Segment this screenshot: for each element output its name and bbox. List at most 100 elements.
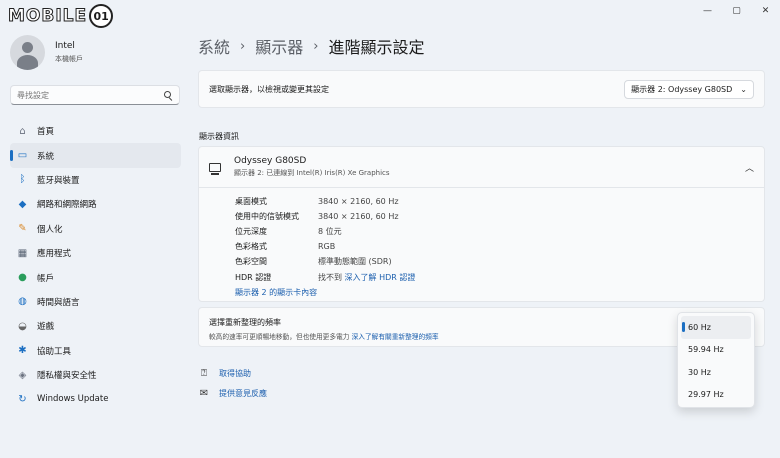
info-value: 8 位元 [318, 227, 342, 237]
display-select-dropdown[interactable]: 顯示器 2: Odyssey G80SD ⌄ [624, 79, 754, 99]
info-key: 色彩空間 [235, 257, 267, 267]
window-controls: — ▢ ✕ [693, 4, 780, 18]
hdr-value: 找不到 [318, 272, 342, 282]
feedback-icon: ✉ [199, 387, 209, 399]
refresh-rate-title: 選擇重新整理的頻率 [209, 318, 281, 327]
apps-icon: ▦ [17, 247, 28, 259]
shield-icon: ◈ [18, 369, 27, 381]
display-info-card: Odyssey G80SD 顯示器 2: 已連線到 Intel(R) Iris(… [198, 146, 765, 302]
breadcrumb-display[interactable]: 顯示器 [255, 34, 303, 58]
sidebar-item-label: 帳戶 [37, 273, 55, 284]
minimize-button[interactable]: — [693, 4, 722, 18]
search-icon[interactable] [164, 90, 173, 100]
sidebar-item-5[interactable]: ▦ 應用程式 [10, 241, 181, 265]
sidebar-item-label: 系統 [37, 151, 55, 162]
sidebar-item-8[interactable]: ◒ 遊戲 [10, 314, 181, 338]
user-profile[interactable]: Intel 本機帳戶 [10, 35, 83, 70]
mobile01-logo: MOBILE 01 [7, 4, 114, 28]
refresh-rate-subtitle: 較高的速率可更順暢地移動，但也使用更多電力 [209, 333, 350, 341]
info-value: 3840 × 2160, 60 Hz [318, 212, 399, 222]
sidebar-item-4[interactable]: ✎ 個人化 [10, 217, 181, 241]
display-info-table: 桌面模式 3840 × 2160, 60 Hz 使用中的信號模式 3840 × 216… [199, 188, 764, 300]
get-help-label: 取得協助 [219, 368, 251, 378]
refresh-rate-option[interactable]: 30 Hz [681, 361, 751, 384]
sidebar-item-1[interactable]: ▭ 系統 [10, 143, 181, 168]
avatar [10, 35, 45, 70]
feedback-link[interactable]: ✉ 提供意見反應 [198, 387, 267, 399]
sidebar-item-label: 隱私權與安全性 [37, 371, 97, 382]
sidebar-item-label: 藍牙與裝置 [37, 175, 80, 186]
sidebar-item-11[interactable]: ↻ Windows Update [10, 387, 181, 411]
chevron-down-icon: ⌄ [740, 84, 747, 94]
sidebar-item-10[interactable]: ◈ 隱私權與安全性 [10, 363, 181, 387]
search-input[interactable] [17, 90, 164, 100]
info-row: 桌面模式 3840 × 2160, 60 Hz [235, 194, 764, 209]
info-value: 找不到 深入了解 HDR 認證 [318, 272, 415, 283]
adapter-properties-link[interactable]: 顯示器 2 的顯示卡內容 [235, 285, 764, 300]
accessibility-icon: ✱ [18, 345, 27, 357]
brush-icon: ✎ [18, 223, 27, 235]
info-row: 色彩空間 標準動態範圍 (SDR) [235, 254, 764, 269]
sidebar-nav: ⌂ 首頁 ▭ 系統 ᛒ 藍牙與裝置 ◆ 網路和網際網路 ✎ 個人化 ▦ 應用程式 ● 帳戶 ◍ 時間與語言 ◒ 遊… [10, 119, 181, 412]
get-help-link[interactable]: ⍰ 取得協助 [198, 367, 251, 379]
select-display-card: 選取顯示器，以檢視或變更其設定 顯示器 2: Odyssey G80SD ⌄ [198, 70, 765, 108]
sidebar-item-label: 遊戲 [37, 322, 55, 333]
refresh-rate-option[interactable]: 59.94 Hz [681, 339, 751, 362]
user-name: Intel [55, 41, 75, 51]
sidebar-item-7[interactable]: ◍ 時間與語言 [10, 290, 181, 314]
sidebar-item-label: 網路和網際網路 [37, 200, 97, 211]
wifi-icon: ◆ [18, 198, 27, 210]
display-name: Odyssey G80SD [234, 156, 307, 166]
maximize-button[interactable]: ▢ [722, 4, 751, 18]
display-connection: 顯示器 2: 已連線到 Intel(R) Iris(R) Xe Graphics [234, 169, 390, 177]
sidebar-item-label: 首頁 [37, 127, 55, 138]
display-select-value: 顯示器 2: Odyssey G80SD [631, 84, 733, 94]
sidebar-item-6[interactable]: ● 帳戶 [10, 265, 181, 289]
update-icon: ↻ [18, 393, 27, 405]
bluetooth-icon: ᛒ [19, 174, 26, 186]
breadcrumb-separator: › [313, 38, 319, 54]
refresh-rate-option[interactable]: 29.97 Hz [681, 384, 751, 407]
search-box[interactable] [10, 85, 180, 105]
system-icon: ▭ [17, 150, 28, 162]
sidebar-item-label: 應用程式 [37, 249, 72, 260]
sidebar-item-9[interactable]: ✱ 協助工具 [10, 339, 181, 363]
sidebar-item-label: Windows Update [37, 394, 109, 405]
sidebar-item-label: 時間與語言 [37, 297, 80, 308]
user-account-type: 本機帳戶 [55, 55, 83, 63]
gamepad-icon: ◒ [18, 320, 27, 332]
refresh-rate-learn-more-link[interactable]: 深入了解有關重新整理的頻率 [352, 333, 439, 341]
select-display-label: 選取顯示器，以檢視或變更其設定 [209, 84, 329, 94]
display-info-header[interactable]: Odyssey G80SD 顯示器 2: 已連線到 Intel(R) Iris(… [199, 147, 764, 188]
refresh-rate-option[interactable]: 60 Hz [681, 316, 751, 339]
info-row-hdr: HDR 認證 找不到 深入了解 HDR 認證 [235, 269, 764, 284]
monitor-icon [209, 162, 221, 175]
info-row: 色彩格式 RGB [235, 239, 764, 254]
info-value: RGB [318, 242, 336, 252]
sidebar-item-label: 個人化 [37, 224, 63, 235]
sidebar-item-label: 協助工具 [37, 346, 72, 357]
hdr-learn-more-link[interactable]: 深入了解 HDR 認證 [345, 273, 416, 282]
page-title: 進階顯示設定 [328, 38, 425, 57]
sidebar-item-2[interactable]: ᛒ 藍牙與裝置 [10, 168, 181, 192]
display-info-heading: 顯示器資訊 [199, 132, 239, 141]
info-value: 3840 × 2160, 60 Hz [318, 197, 399, 207]
info-value: 標準動態範圍 (SDR) [318, 257, 392, 267]
globe-icon: ◍ [18, 296, 27, 308]
home-icon: ⌂ [19, 125, 26, 137]
account-icon: ● [18, 272, 27, 284]
info-key: 色彩格式 [235, 242, 267, 252]
info-key: 位元深度 [235, 227, 267, 237]
info-row: 位元深度 8 位元 [235, 224, 764, 239]
refresh-rate-description: 較高的速率可更順暢地移動，但也使用更多電力 深入了解有關重新整理的頻率 [209, 331, 754, 341]
help-icon: ⍰ [201, 367, 207, 379]
breadcrumb-separator: › [240, 38, 246, 54]
sidebar-item-3[interactable]: ◆ 網路和網際網路 [10, 192, 181, 216]
refresh-rate-dropdown-menu: 60 Hz 59.94 Hz 30 Hz 29.97 Hz [677, 312, 755, 408]
breadcrumb-system[interactable]: 系統 [198, 34, 230, 58]
close-button[interactable]: ✕ [751, 4, 780, 18]
sidebar-item-0[interactable]: ⌂ 首頁 [10, 119, 181, 143]
breadcrumb: 系統 › 顯示器 › 進階顯示設定 [198, 34, 424, 58]
chevron-up-icon[interactable]: ︿ [745, 161, 754, 174]
feedback-label: 提供意見反應 [219, 388, 267, 398]
